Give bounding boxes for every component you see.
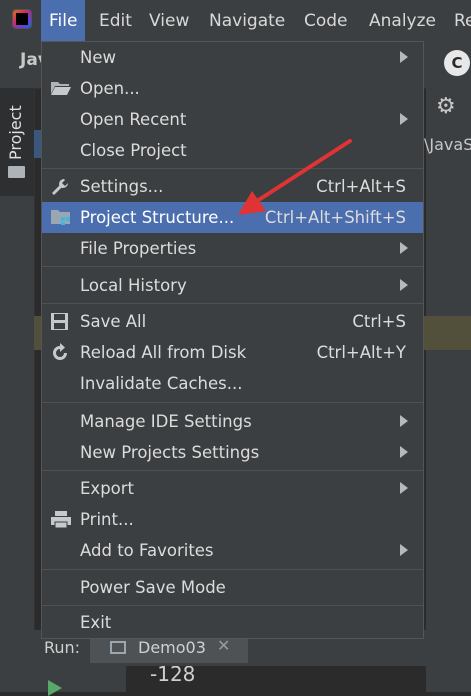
submenu-arrow-icon (400, 544, 408, 556)
menu-item-label: Settings... (80, 177, 164, 196)
menu-refactor[interactable]: Re (446, 0, 471, 42)
menu-item-label: Exit (80, 613, 112, 632)
menu-item-label: Save All (80, 312, 147, 331)
menu-item-label: New (80, 48, 116, 67)
menu-item-label: Close Project (80, 141, 187, 160)
menu-file[interactable]: File (41, 0, 86, 42)
project-tab-label[interactable]: Project (6, 105, 25, 160)
submenu-arrow-icon (400, 51, 408, 63)
right-pane (426, 88, 471, 692)
menu-item-label: Add to Favorites (80, 541, 214, 560)
project-structure-icon (51, 210, 70, 225)
gear-icon[interactable]: ⚙ (436, 94, 456, 119)
menu-item-label: Invalidate Caches... (80, 374, 243, 393)
menu-item-shortcut: Ctrl+Alt+Y (316, 343, 406, 362)
run-play-icon[interactable] (48, 680, 62, 696)
submenu-arrow-icon (400, 279, 408, 291)
menu-item-shortcut: Ctrl+S (352, 312, 406, 331)
menu-separator (42, 402, 423, 403)
menu-analyze[interactable]: Analyze (361, 0, 444, 42)
submenu-arrow-icon (400, 242, 408, 254)
menu-item-label: File Properties (80, 239, 197, 258)
menu-separator (42, 470, 423, 471)
save-icon (51, 313, 68, 330)
printer-icon (51, 511, 71, 529)
red-arrow-annotation (238, 139, 352, 215)
run-tab-label[interactable]: Demo03 (138, 638, 206, 657)
menu-edit[interactable]: Edit (91, 0, 140, 42)
menu-separator (42, 569, 423, 570)
menu-item-label: Manage IDE Settings (80, 412, 252, 431)
submenu-arrow-icon (400, 415, 408, 427)
menu-item-label: Print... (80, 510, 134, 529)
menu-item-label: Project Structure... (80, 208, 235, 227)
menu-item-label: Export (80, 479, 135, 498)
menu-view[interactable]: View (141, 0, 197, 42)
menu-item-label: Reload All from Disk (80, 343, 247, 362)
run-label: Run: (44, 638, 81, 657)
submenu-arrow-icon (400, 482, 408, 494)
path-fragment: \JavaS (424, 135, 471, 154)
wrench-icon (52, 179, 68, 195)
menu-separator (42, 605, 423, 606)
menu-navigate[interactable]: Navigate (201, 0, 293, 42)
menu-item-label: Open... (80, 79, 140, 98)
reload-icon (53, 343, 67, 360)
folder-icon (8, 166, 25, 178)
intellij-logo-icon (12, 9, 32, 29)
console-icon (110, 641, 126, 654)
menu-separator (42, 303, 423, 304)
submenu-arrow-icon (400, 113, 408, 125)
menu-item-label: Local History (80, 276, 187, 295)
menu-separator (42, 266, 423, 267)
submenu-arrow-icon (400, 446, 408, 458)
menu-code[interactable]: Code (296, 0, 356, 42)
folder-open-icon (51, 82, 71, 95)
menu-item-label: Power Save Mode (80, 578, 226, 597)
menu-item-label: New Projects Settings (80, 443, 260, 462)
class-badge-icon[interactable]: C (444, 50, 470, 76)
menu-item-label: Open Recent (80, 110, 187, 129)
